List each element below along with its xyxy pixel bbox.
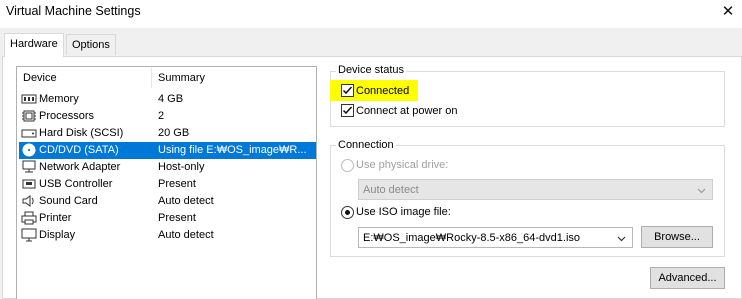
usb-controller-icon [22,179,36,189]
processor-icon [22,110,36,122]
device-summary: 2 [158,110,165,122]
tab-hardware[interactable]: Hardware [4,33,64,57]
device-name: Sound Card [39,195,98,207]
connect-at-power-on-checkbox[interactable] [341,104,354,117]
device-row-cd-dvd[interactable]: CD/DVD (SATA) Using file E:₩OS_image₩R..… [19,142,316,159]
chevron-down-icon [697,188,706,194]
device-row-display[interactable]: Display Auto detect [19,227,316,244]
connection-label: Connection [336,139,396,151]
column-header-summary[interactable]: Summary [158,72,205,84]
hard-disk-icon [21,129,37,138]
device-name: Memory [39,93,79,105]
chevron-down-icon[interactable] [617,234,626,243]
physical-drive-select[interactable]: Auto detect [358,179,713,200]
device-status-label: Device status [336,64,407,76]
printer-icon [21,211,37,225]
device-name: Hard Disk (SCSI) [39,127,124,139]
tab-options[interactable]: Options [66,34,116,55]
iso-path-value[interactable]: E:₩OS_image₩Rocky-8.5-x86_64-dvd1.iso [363,232,580,244]
radio-selected-dot [345,210,350,215]
device-summary: Auto detect [158,195,214,207]
device-name: Display [39,229,76,241]
device-name: CD/DVD (SATA) [39,144,119,156]
device-row-printer[interactable]: Printer Present [19,210,316,227]
memory-icon [21,94,37,104]
physical-drive-value: Auto detect [363,184,419,196]
device-row-network-adapter[interactable]: Network Adapter Host-only [19,159,316,176]
device-list-header: Device Summary [17,67,316,89]
checkmark-icon [342,86,353,95]
device-row-memory[interactable]: Memory 4 GB [19,91,316,108]
device-summary: Auto detect [158,229,214,241]
device-row-hard-disk[interactable]: Hard Disk (SCSI) 20 GB [19,125,316,142]
device-summary: 4 GB [158,93,184,105]
device-summary: Host-only [158,161,205,173]
connect-at-power-on-label[interactable]: Connect at power on [356,105,458,117]
device-summary: Using file E:₩OS_image₩R... [158,144,307,156]
display-icon [21,228,37,242]
title-bar: Virtual Machine Settings ✕ [0,0,742,28]
use-physical-drive-label[interactable]: Use physical drive: [356,159,448,171]
close-icon[interactable]: ✕ [718,2,738,22]
connected-label[interactable]: Connected [356,85,409,97]
device-name: Printer [39,212,72,224]
device-name: Network Adapter [39,161,121,173]
column-header-device[interactable]: Device [23,72,57,84]
column-divider[interactable] [151,68,152,88]
iso-path-combobox[interactable]: E:₩OS_image₩Rocky-8.5-x86_64-dvd1.iso [358,227,633,248]
device-name: Processors [39,110,95,122]
window-title: Virtual Machine Settings [6,4,141,18]
device-name: USB Controller [39,178,113,190]
use-physical-drive-radio[interactable] [341,159,354,172]
use-iso-image-radio[interactable] [341,206,354,219]
device-row-sound-card[interactable]: Sound Card Auto detect [19,193,316,210]
checkmark-icon [342,106,353,115]
device-row-processors[interactable]: Processors 2 [19,108,316,125]
browse-button[interactable]: Browse... [641,226,713,248]
use-iso-image-label[interactable]: Use ISO image file: [356,206,451,218]
network-adapter-icon [22,160,36,173]
device-row-usb-controller[interactable]: USB Controller Present [19,176,316,193]
device-list[interactable]: Device Summary Memory 4 GB Processors 2 … [16,66,317,299]
device-summary: Present [158,212,196,224]
advanced-button[interactable]: Advanced... [650,267,725,289]
device-summary: 20 GB [158,127,190,139]
device-summary: Present [158,178,196,190]
cd-dvd-icon [22,143,36,157]
connected-checkbox[interactable] [341,84,354,97]
sound-card-icon [22,195,34,207]
